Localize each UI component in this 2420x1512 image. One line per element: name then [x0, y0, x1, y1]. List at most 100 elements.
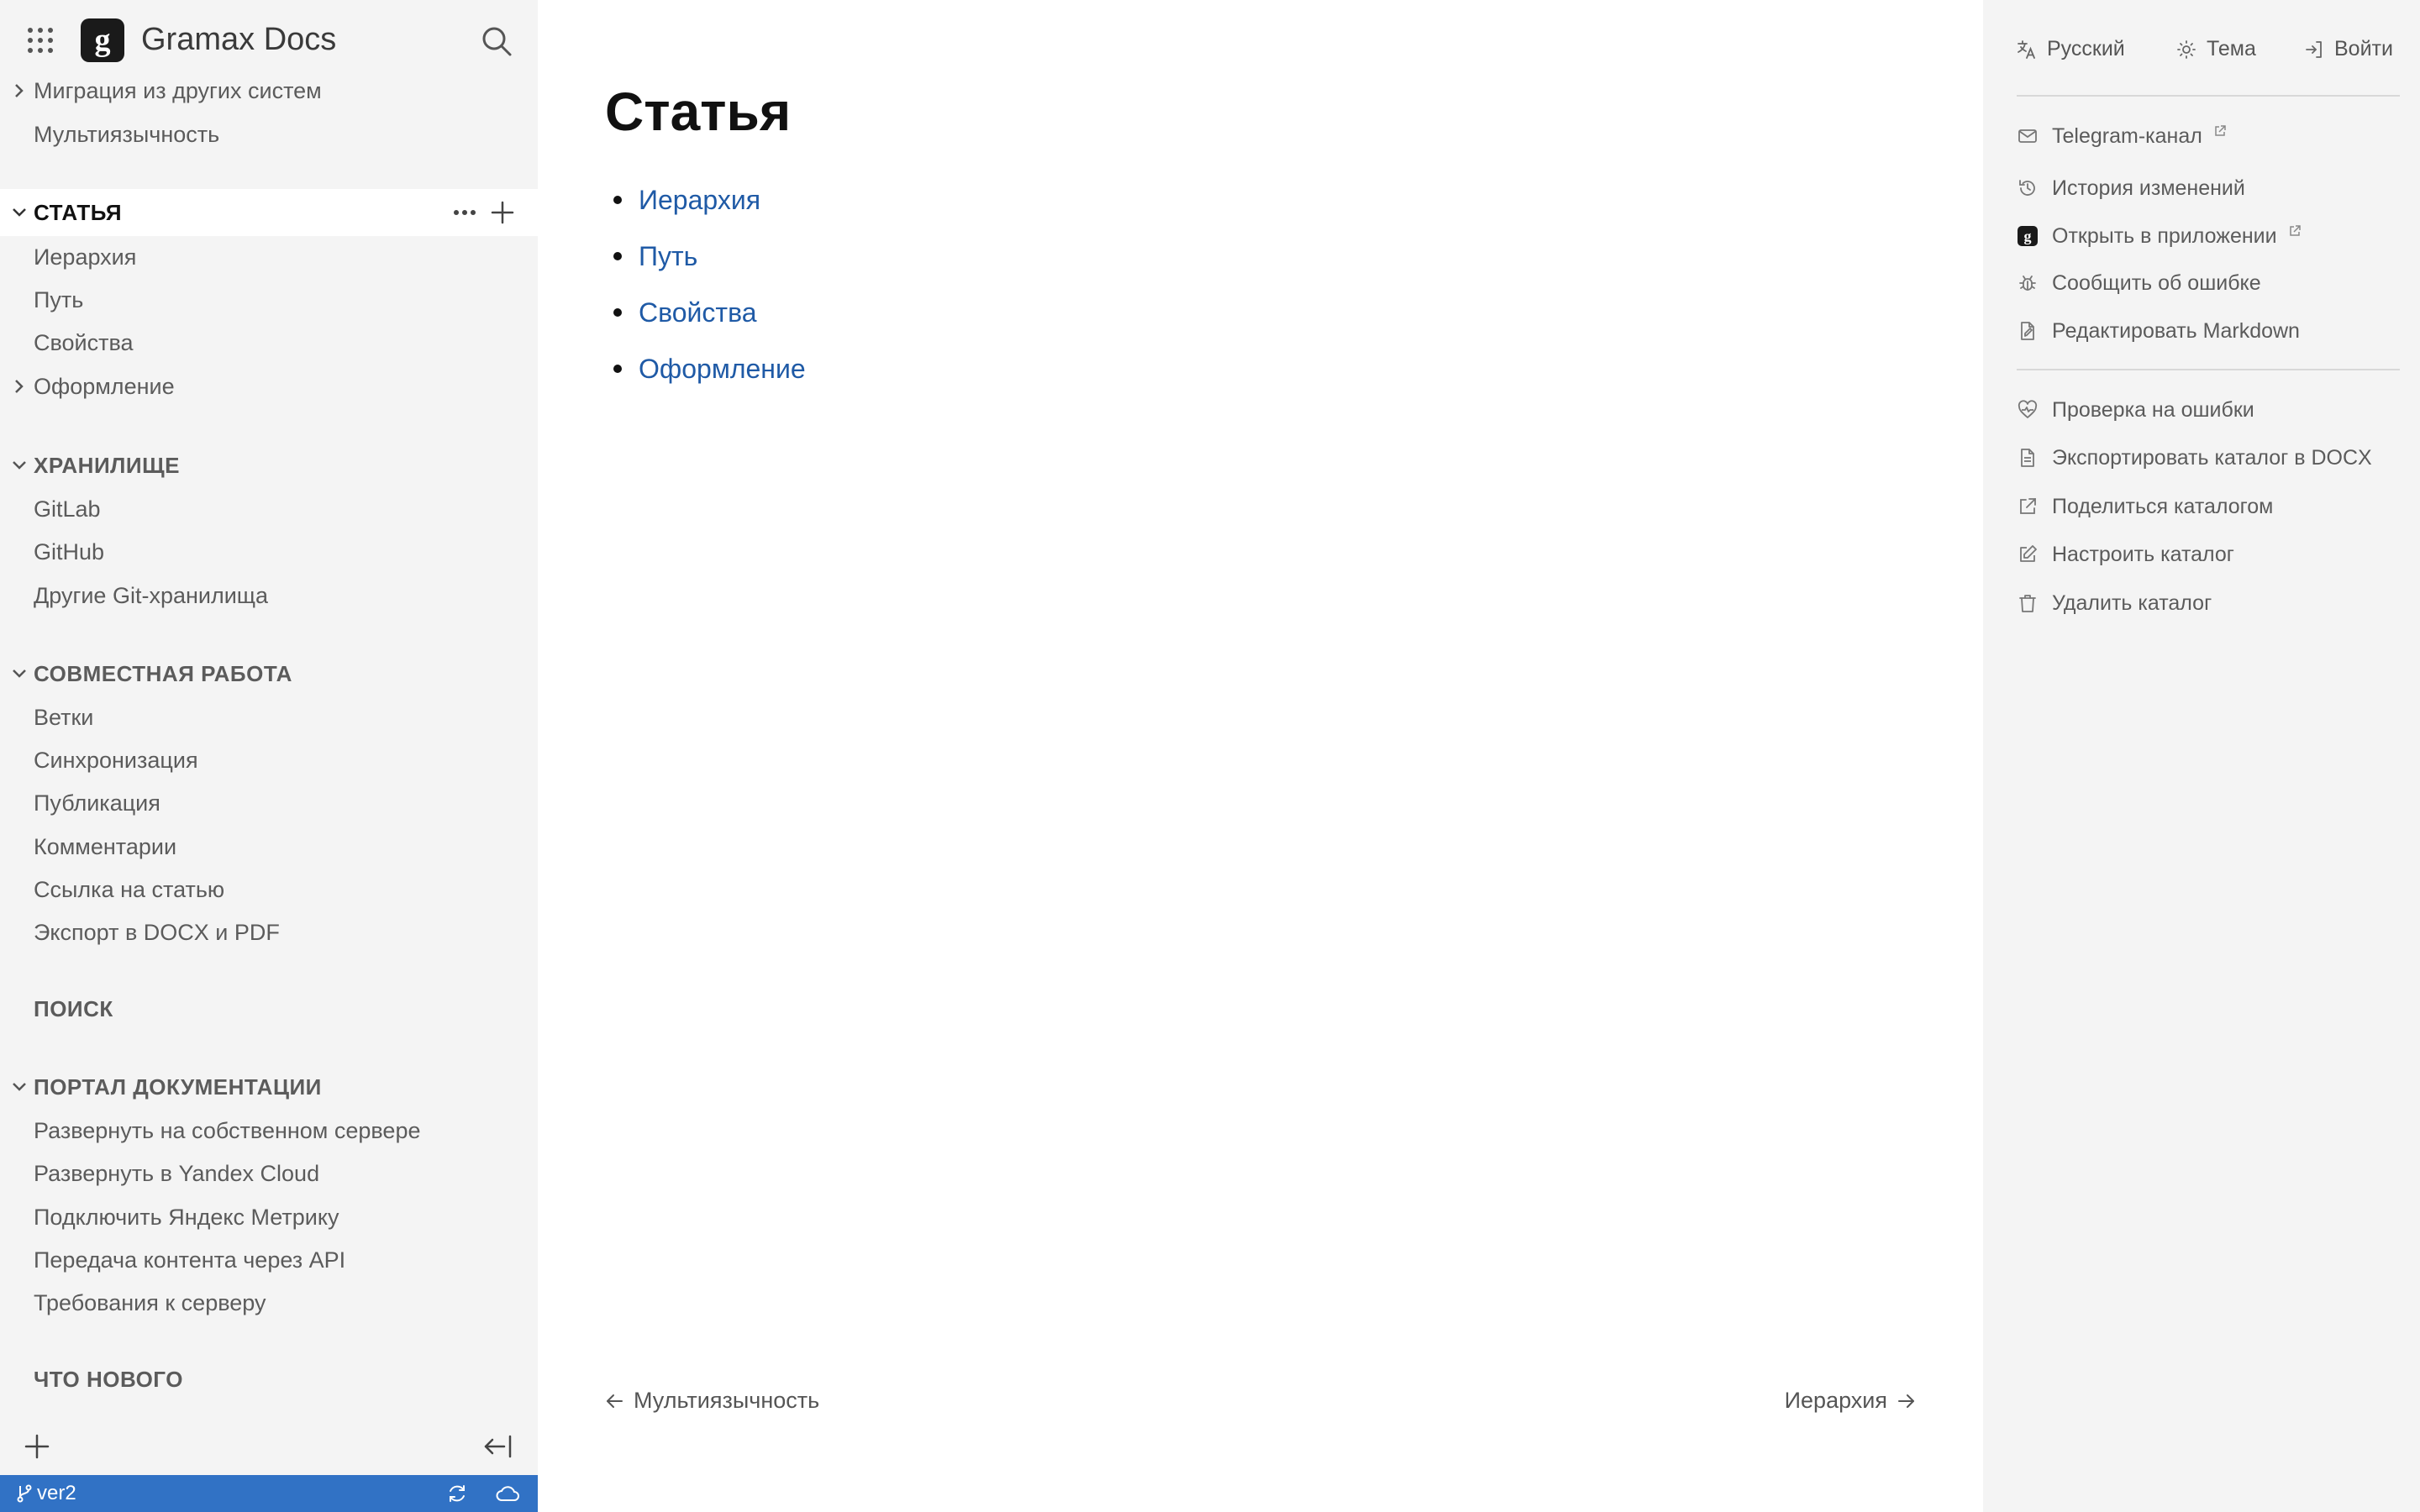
sidebar-item-gitlab[interactable]: GitLab [34, 494, 101, 524]
language-label: Русский [2047, 37, 2125, 60]
apps-grid-icon[interactable] [25, 25, 55, 55]
prev-article-label: Мультиязычность [634, 1388, 820, 1413]
arrow-right-icon [1897, 1393, 1916, 1410]
sidebar-item-article-link[interactable]: Ссылка на статью [34, 874, 224, 905]
sidebar-section-search[interactable]: ПОИСК [34, 994, 113, 1024]
next-article-link[interactable]: Иерархия [1785, 1388, 1916, 1414]
logo-letter: g [94, 23, 111, 58]
sidebar: g Gramax Docs Миграция из других систем … [0, 0, 538, 1512]
external-link-icon [2209, 120, 2231, 142]
sidebar-section-article[interactable]: СТАТЬЯ [34, 197, 122, 228]
sidebar-section-portal[interactable]: ПОРТАЛ ДОКУМЕНТАЦИИ [34, 1072, 322, 1102]
chevron-down-icon[interactable] [10, 450, 29, 480]
share-external-icon [2017, 496, 2039, 517]
chevron-down-icon[interactable] [10, 659, 29, 689]
status-bar: ver2 [0, 1475, 538, 1512]
sidebar-item-publish[interactable]: Публикация [34, 788, 160, 818]
share-catalog-button[interactable]: Поделиться каталогом [2017, 492, 2273, 521]
history-button[interactable]: История изменений [2017, 174, 2245, 202]
toc-link-path[interactable]: Путь [639, 241, 697, 271]
gramax-app-icon: g [2017, 225, 2039, 247]
heart-pulse-icon [2017, 399, 2039, 421]
chevron-down-icon[interactable] [10, 1072, 29, 1102]
sidebar-item-other-git[interactable]: Другие Git-хранилища [34, 580, 268, 611]
history-icon [2017, 177, 2039, 199]
plus-icon[interactable] [489, 199, 516, 226]
sidebar-section-whats-new[interactable]: ЧТО НОВОГО [34, 1364, 183, 1394]
open-app-label: Открыть в приложении [2052, 224, 2277, 248]
sidebar-header: g Gramax Docs [0, 0, 538, 81]
sidebar-item-api[interactable]: Передача контента через API [34, 1245, 345, 1275]
sidebar-item-branches[interactable]: Ветки [34, 702, 93, 732]
branch-name: ver2 [37, 1482, 76, 1504]
toc-link-properties[interactable]: Свойства [639, 297, 757, 328]
login-icon [2304, 39, 2324, 60]
export-docx-label: Экспортировать каталог в DOCX [2052, 446, 2372, 470]
prev-article-link[interactable]: Мультиязычность [605, 1388, 819, 1414]
external-link-icon [2284, 220, 2306, 242]
list-item: Свойства [605, 289, 806, 345]
sidebar-item-server-req[interactable]: Требования к серверу [34, 1288, 266, 1318]
sync-icon[interactable] [445, 1482, 469, 1505]
list-item: Иерархия [605, 176, 806, 233]
sun-icon [2176, 39, 2196, 60]
arrow-left-icon [605, 1393, 623, 1410]
theme-label: Тема [2207, 37, 2256, 60]
sidebar-section-collab[interactable]: СОВМЕСТНАЯ РАБОТА [34, 659, 292, 689]
cloud-icon[interactable] [494, 1482, 521, 1505]
list-item: Путь [605, 233, 806, 289]
configure-catalog-button[interactable]: Настроить каталог [2017, 540, 2234, 569]
sidebar-item-export[interactable]: Экспорт в DOCX и PDF [34, 917, 280, 948]
check-errors-label: Проверка на ошибки [2052, 398, 2254, 422]
sidebar-item-yandex-cloud[interactable]: Развернуть в Yandex Cloud [34, 1158, 319, 1189]
add-catalog-icon[interactable] [22, 1431, 52, 1462]
search-icon[interactable] [479, 24, 514, 59]
delete-catalog-button[interactable]: Удалить каталог [2017, 589, 2212, 617]
export-docx-button[interactable]: Экспортировать каталог в DOCX [2017, 444, 2372, 472]
app-logo[interactable]: g [81, 18, 124, 62]
theme-toggle[interactable]: Тема [2176, 37, 2256, 61]
check-errors-button[interactable]: Проверка на ошибки [2017, 396, 2254, 424]
sidebar-section-storage[interactable]: ХРАНИЛИЩЕ [34, 450, 180, 480]
toc-link-design[interactable]: Оформление [639, 354, 806, 384]
telegram-link[interactable]: Telegram-канал [2017, 122, 2231, 150]
edit-square-icon [2017, 543, 2039, 565]
sidebar-item-sync[interactable]: Синхронизация [34, 745, 198, 775]
sidebar-item-hierarchy[interactable]: Иерархия [34, 242, 136, 272]
toc-link-hierarchy[interactable]: Иерархия [639, 185, 760, 215]
edit-md-label: Редактировать Markdown [2052, 319, 2300, 343]
report-bug-button[interactable]: Сообщить об ошибке [2017, 269, 2261, 297]
open-in-app-button[interactable]: g Открыть в приложении [2017, 222, 2306, 250]
share-label: Поделиться каталогом [2052, 495, 2274, 518]
list-item: Оформление [605, 345, 806, 402]
page-title: Статья [605, 81, 792, 142]
sidebar-item-design[interactable]: Оформление [34, 371, 175, 402]
right-panel: Русский Тема Войти Telegram-канал Истори… [1983, 0, 2420, 1512]
sidebar-section-article-row[interactable]: СТАТЬЯ [0, 189, 538, 236]
configure-label: Настроить каталог [2052, 543, 2234, 566]
history-label: История изменений [2052, 176, 2245, 200]
language-selector[interactable]: Русский [2017, 37, 2125, 61]
sidebar-item-properties[interactable]: Свойства [34, 328, 134, 358]
login-label: Войти [2334, 37, 2393, 60]
next-article-label: Иерархия [1784, 1388, 1887, 1413]
article-toc: Иерархия Путь Свойства Оформление [605, 176, 806, 402]
chevron-down-icon[interactable] [10, 197, 29, 228]
chevron-right-icon[interactable] [10, 371, 29, 402]
login-button[interactable]: Войти [2304, 37, 2393, 61]
sidebar-item-self-host[interactable]: Развернуть на собственном сервере [34, 1116, 420, 1146]
bug-icon [2017, 272, 2039, 294]
sidebar-item-github[interactable]: GitHub [34, 537, 104, 567]
branch-selector[interactable]: ver2 [17, 1480, 76, 1507]
delete-label: Удалить каталог [2052, 591, 2212, 615]
app-title[interactable]: Gramax Docs [141, 22, 336, 58]
sidebar-item-comments[interactable]: Комментарии [34, 832, 176, 862]
file-text-icon [2017, 447, 2039, 469]
collapse-sidebar-icon[interactable] [481, 1430, 514, 1463]
more-horizontal-icon[interactable] [452, 201, 477, 224]
edit-markdown-button[interactable]: Редактировать Markdown [2017, 317, 2300, 345]
sidebar-item-path[interactable]: Путь [34, 285, 83, 315]
divider [2017, 369, 2400, 370]
sidebar-item-multilang[interactable]: Мультиязычность [34, 119, 219, 150]
sidebar-item-metrika[interactable]: Подключить Яндекс Метрику [34, 1202, 339, 1232]
